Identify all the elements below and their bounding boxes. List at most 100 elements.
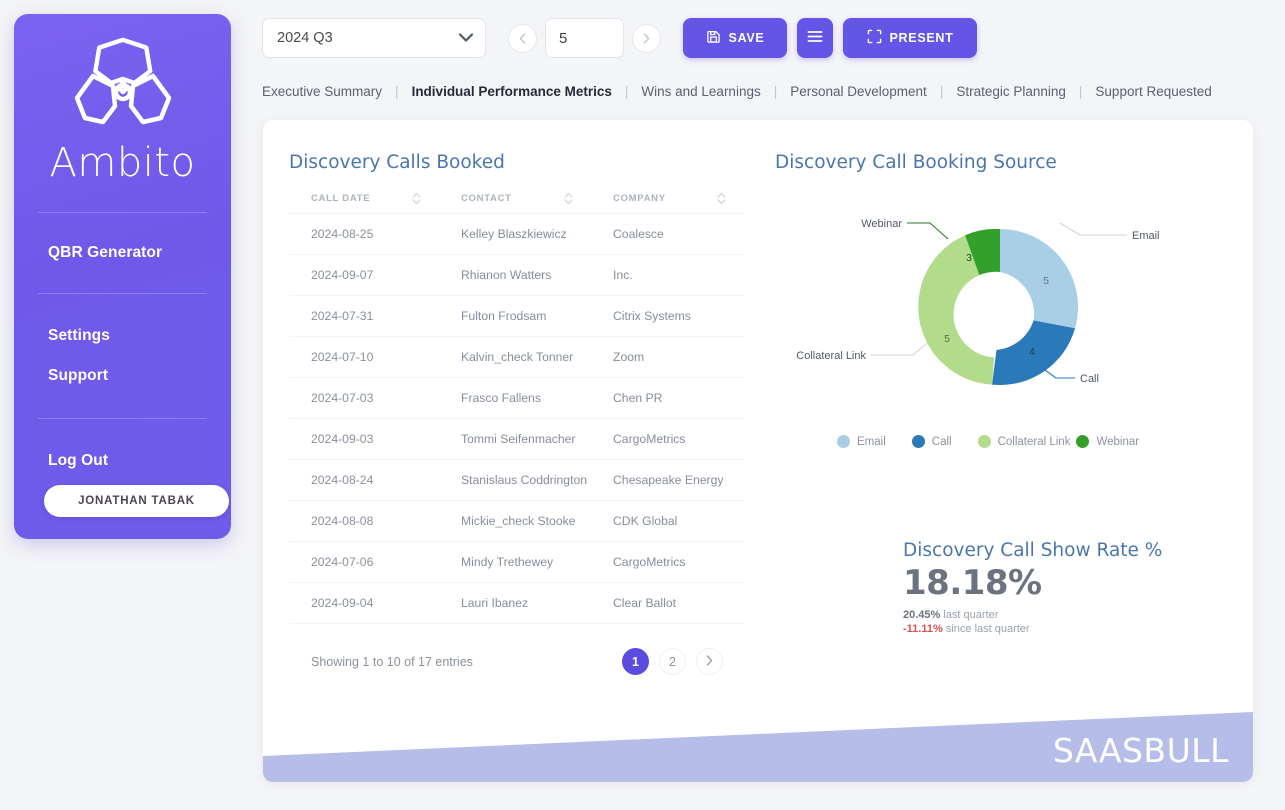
cell-contact: Mindy Trethewey [439, 542, 591, 583]
content-card: Discovery Calls Booked CALL DATE CONTACT [263, 120, 1253, 782]
menu-button[interactable] [797, 18, 833, 58]
cell-call-date: 2024-07-10 [289, 337, 439, 378]
table-row[interactable]: 2024-09-07Rhianon WattersInc. [289, 255, 744, 296]
fullscreen-expand-icon [867, 29, 882, 47]
show-rate-comparison: 20.45% last quarter -11.11% since last q… [903, 608, 1225, 637]
cell-company: Inc. [591, 255, 744, 296]
tab-individual-performance-metrics[interactable]: Individual Performance Metrics [412, 84, 612, 99]
legend-item-email[interactable]: Email [837, 435, 886, 448]
period-select[interactable]: 2024 Q3 [262, 18, 486, 58]
tab-strategic-planning[interactable]: Strategic Planning [956, 84, 1066, 99]
discovery-calls-title: Discovery Calls Booked [289, 152, 744, 173]
sort-updown-icon [412, 192, 421, 207]
tab-divider: | [395, 84, 399, 99]
donut-legend: Email Call Collateral Link Webinar [775, 435, 1225, 448]
show-rate-last-quarter-label: last quarter [943, 609, 998, 621]
column-header-contact[interactable]: CONTACT [439, 187, 591, 214]
cell-company: Chesapeake Energy [591, 460, 744, 501]
booking-source-title: Discovery Call Booking Source [775, 152, 1225, 173]
present-button[interactable]: PRESENT [843, 18, 977, 58]
donut-value-email: 5 [1043, 275, 1049, 287]
prev-page-button[interactable] [508, 24, 537, 53]
column-header-label: COMPANY [613, 193, 666, 204]
brand-name: Ambito [14, 140, 231, 186]
table-row[interactable]: 2024-08-25Kelley BlaszkiewiczCoalesce [289, 214, 744, 255]
pagination-page-2[interactable]: 2 [659, 648, 686, 675]
cell-company: Coalesce [591, 214, 744, 255]
show-rate-value: 18.18% [903, 563, 1225, 603]
page-number-input[interactable]: 5 [545, 18, 624, 58]
column-header-call-date[interactable]: CALL DATE [289, 187, 439, 214]
table-row[interactable]: 2024-08-24Stanislaus CoddringtonChesapea… [289, 460, 744, 501]
cell-company: CargoMetrics [591, 419, 744, 460]
section-tabs: Executive Summary | Individual Performan… [262, 84, 1212, 99]
cell-contact: Stanislaus Coddrington [439, 460, 591, 501]
legend-item-webinar[interactable]: Webinar [1076, 435, 1139, 448]
column-header-company[interactable]: COMPANY [591, 187, 744, 214]
table-row[interactable]: 2024-07-10Kalvin_check TonnerZoom [289, 337, 744, 378]
tab-divider: | [1079, 84, 1083, 99]
tab-wins-and-learnings[interactable]: Wins and Learnings [641, 84, 760, 99]
sidebar-item-qbr-generator[interactable]: QBR Generator [14, 233, 231, 273]
user-account-button[interactable]: JONATHAN TABAK [44, 485, 229, 517]
legend-item-call[interactable]: Call [912, 435, 952, 448]
cell-call-date: 2024-08-24 [289, 460, 439, 501]
legend-dot-email [837, 435, 850, 448]
table-footer: Showing 1 to 10 of 17 entries 1 2 [289, 648, 723, 675]
cell-contact: Mickie_check Stooke [439, 501, 591, 542]
legend-item-collateral-link[interactable]: Collateral Link [978, 435, 1071, 448]
legend-label-email: Email [857, 436, 886, 448]
table-header-row: CALL DATE CONTACT COMPANY [289, 187, 744, 214]
page-stepper: 5 [508, 18, 661, 58]
donut-slice-email [1000, 229, 1078, 328]
footer-band: SAASBULL [263, 690, 1253, 782]
donut-slices [918, 229, 1078, 385]
chevron-right-icon [706, 655, 713, 669]
show-rate-delta-value: -11.11% [903, 623, 943, 635]
app-root: Ambito QBR Generator Settings Support Lo… [0, 0, 1285, 810]
cell-contact: Frasco Fallens [439, 378, 591, 419]
cell-company: Citrix Systems [591, 296, 744, 337]
tab-support-requested[interactable]: Support Requested [1095, 84, 1211, 99]
tab-divider: | [940, 84, 944, 99]
legend-dot-call [912, 435, 925, 448]
sidebar-item-settings[interactable]: Settings [14, 316, 231, 356]
save-button-label: SAVE [729, 31, 765, 45]
cell-contact: Tommi Seifenmacher [439, 419, 591, 460]
tab-divider: | [625, 84, 629, 99]
donut-label-collateral-link: Collateral Link [796, 350, 866, 362]
cell-company: CDK Global [591, 501, 744, 542]
show-rate-delta-line: -11.11% since last quarter [903, 622, 1225, 636]
toolbar: 2024 Q3 5 SAVE [262, 18, 977, 58]
period-select-value: 2024 Q3 [277, 30, 333, 46]
next-page-button[interactable] [632, 24, 661, 53]
table-row[interactable]: 2024-07-31Fulton FrodsamCitrix Systems [289, 296, 744, 337]
cell-contact: Lauri Ibanez [439, 583, 591, 624]
cell-call-date: 2024-08-25 [289, 214, 439, 255]
pagination-page-1[interactable]: 1 [622, 648, 649, 675]
save-floppy-icon [706, 29, 721, 47]
discovery-calls-table: CALL DATE CONTACT COMPANY [289, 187, 744, 624]
tab-divider: | [774, 84, 778, 99]
footer-brand-word: SAASBULL [1053, 731, 1229, 770]
legend-dot-webinar [1076, 435, 1089, 448]
cell-call-date: 2024-09-04 [289, 583, 439, 624]
table-row[interactable]: 2024-09-04Lauri IbanezClear Ballot [289, 583, 744, 624]
donut-label-email: Email [1132, 230, 1160, 242]
sidebar-item-log-out[interactable]: Log Out [14, 441, 231, 481]
table-row[interactable]: 2024-08-08Mickie_check StookeCDK Global [289, 501, 744, 542]
show-rate-last-quarter-value: 20.45% [903, 609, 940, 621]
legend-label-call: Call [932, 436, 952, 448]
sidebar-item-support[interactable]: Support [14, 356, 231, 396]
tab-executive-summary[interactable]: Executive Summary [262, 84, 382, 99]
table-row[interactable]: 2024-09-03Tommi SeifenmacherCargoMetrics [289, 419, 744, 460]
donut-label-webinar: Webinar [861, 218, 902, 230]
legend-label-collateral-link: Collateral Link [998, 436, 1071, 448]
tab-personal-development[interactable]: Personal Development [790, 84, 927, 99]
pagination-next-button[interactable] [696, 648, 723, 675]
table-row[interactable]: 2024-07-06Mindy TretheweyCargoMetrics [289, 542, 744, 583]
table-row[interactable]: 2024-07-03Frasco FallensChen PR [289, 378, 744, 419]
leader-line-email [1060, 223, 1127, 235]
legend-label-webinar: Webinar [1096, 436, 1139, 448]
save-button[interactable]: SAVE [683, 18, 787, 58]
